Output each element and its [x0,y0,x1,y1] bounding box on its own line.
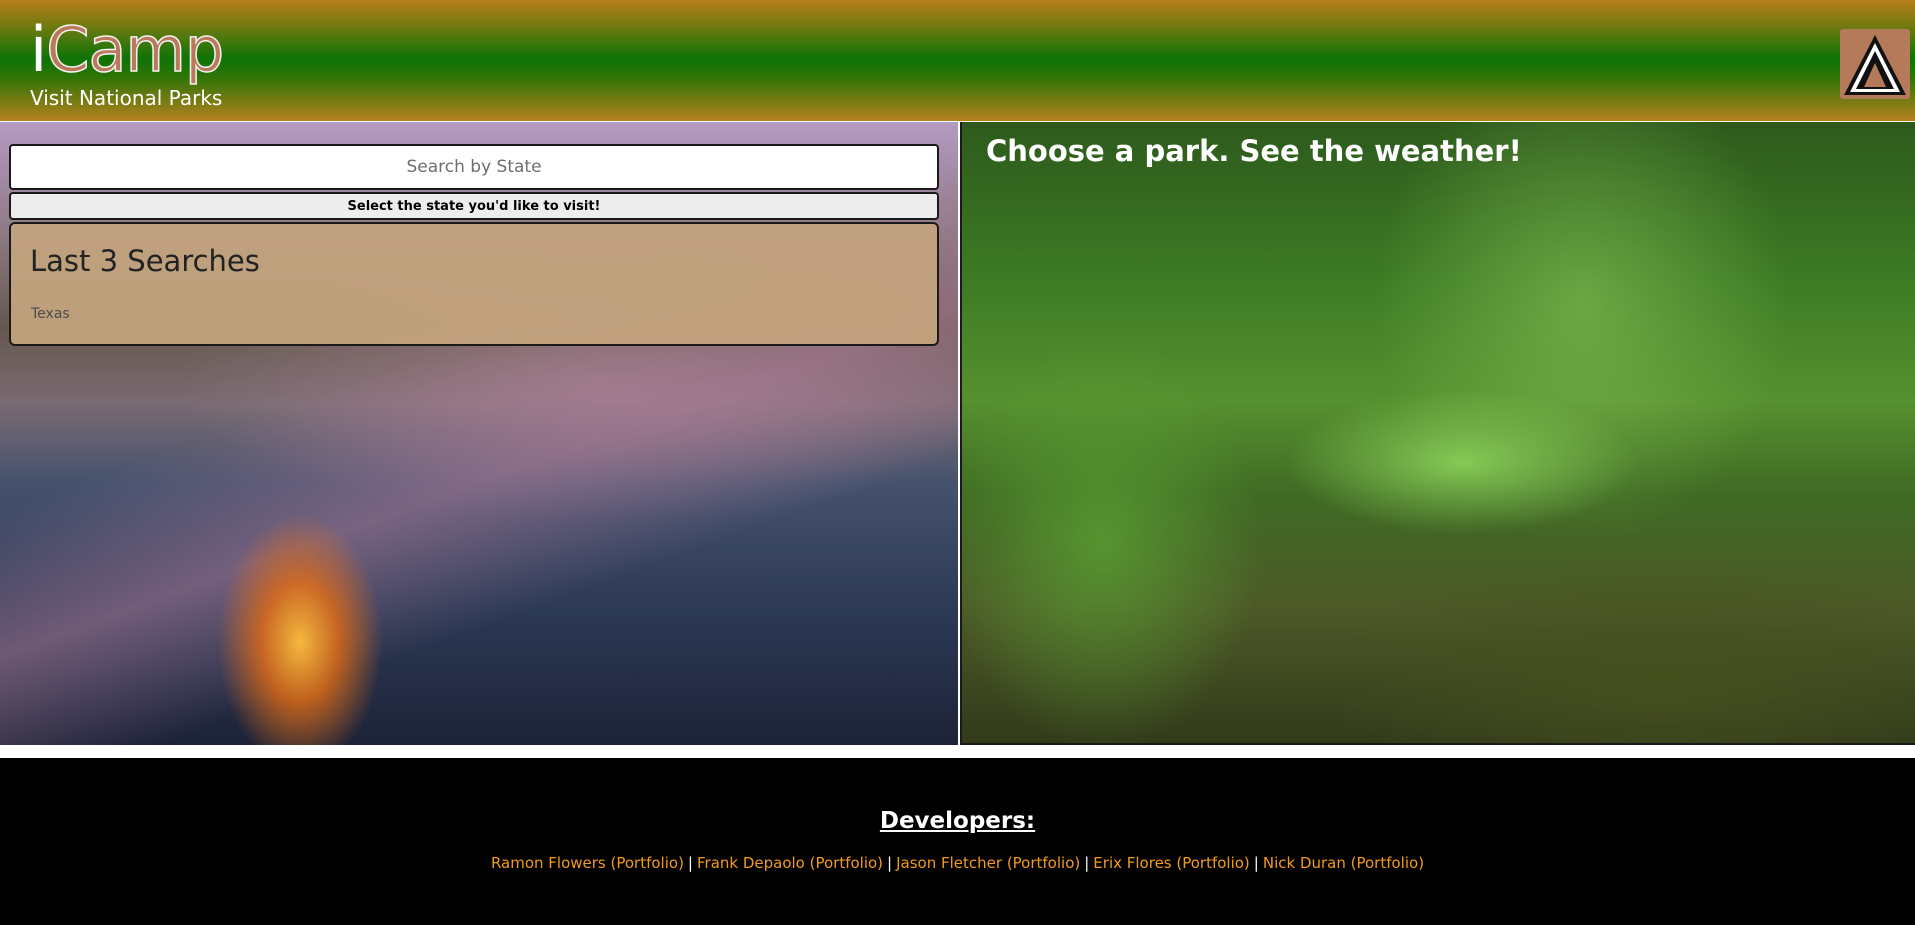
park-panel-heading: Choose a park. See the weather! [986,134,1522,168]
search-history-item[interactable]: Texas [31,306,70,322]
state-search-input[interactable] [9,144,939,190]
link-separator: | [1253,854,1259,872]
tent-icon-graphic [1844,35,1906,95]
developer-link[interactable]: Nick Duran (Portfolio) [1263,854,1424,872]
logo-word-camp: Camp [45,13,225,87]
developer-link[interactable]: Jason Fletcher (Portfolio) [896,854,1080,872]
developer-link[interactable]: Frank Depaolo (Portfolio) [697,854,883,872]
search-history-card: Last 3 Searches Texas [9,222,939,346]
link-separator: | [887,854,893,872]
developers-heading: Developers: [879,808,1036,834]
link-separator: | [1084,854,1090,872]
developer-link[interactable]: Erix Flores (Portfolio) [1093,854,1250,872]
select-state-button[interactable]: Select the state you'd like to visit! [9,192,939,220]
search-history-title: Last 3 Searches [30,244,260,278]
site-tagline: Visit National Parks [30,86,223,110]
developer-links: Ramon Flowers (Portfolio) | Frank Depaolo … [0,854,1915,872]
link-separator: | [687,854,693,872]
tent-icon[interactable] [1840,29,1910,99]
logo-letter-i: i [30,13,47,86]
developer-link[interactable]: Ramon Flowers (Portfolio) [491,854,684,872]
site-header: iCamp Visit National Parks [0,0,1915,121]
park-results-panel: Choose a park. See the weather! [960,122,1915,745]
site-footer: Developers: Ramon Flowers (Portfolio) | Fr… [0,758,1915,925]
site-logo[interactable]: iCamp [30,13,225,87]
